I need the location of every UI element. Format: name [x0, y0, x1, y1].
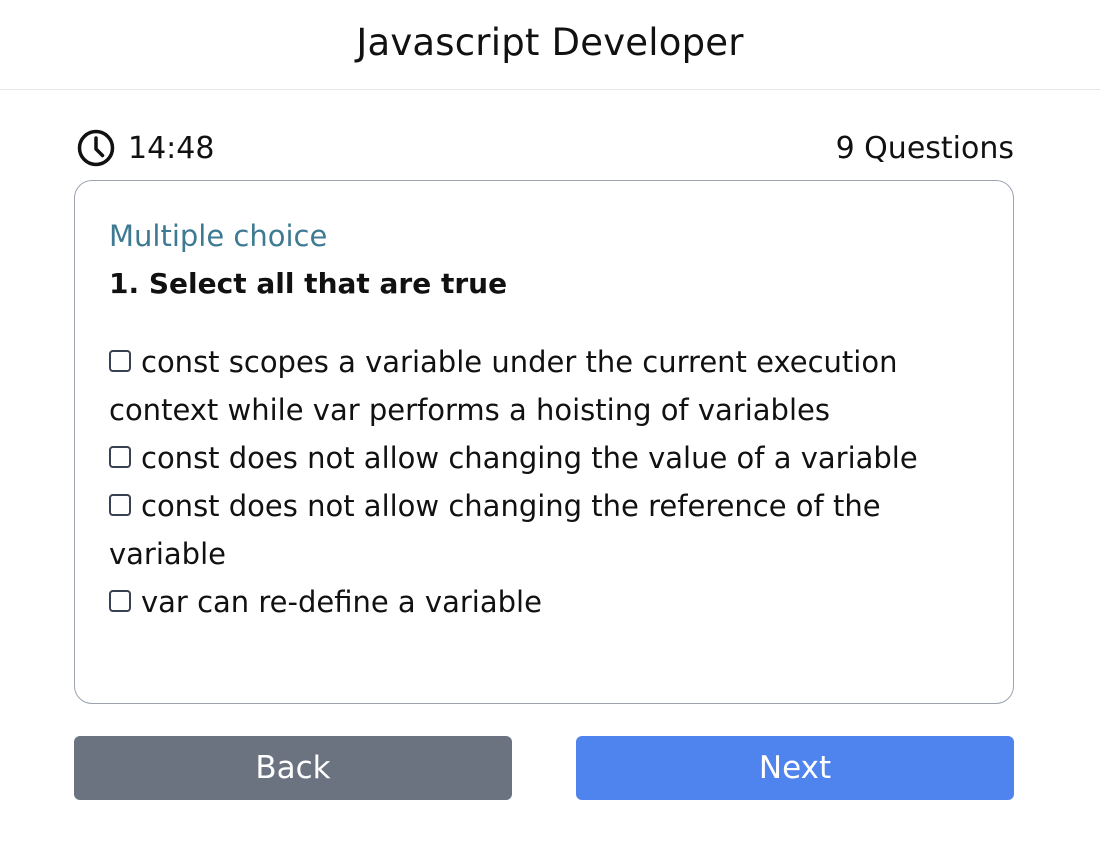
answer-checkbox[interactable]	[109, 446, 131, 468]
answer-option-label: var can re-define a variable	[141, 585, 542, 619]
answer-option[interactable]: const does not allow changing the value …	[109, 434, 979, 482]
clock-icon	[76, 128, 116, 168]
answer-option[interactable]: var can re-define a variable	[109, 578, 979, 626]
answer-option-label: const does not allow changing the refere…	[109, 489, 881, 571]
answer-option[interactable]: const scopes a variable under the curren…	[109, 338, 979, 434]
page-title: Javascript Developer	[356, 21, 744, 64]
question-type: Multiple choice	[109, 219, 328, 253]
answer-checkbox[interactable]	[109, 494, 131, 516]
page-header: Javascript Developer	[0, 0, 1100, 90]
answer-checkbox[interactable]	[109, 350, 131, 372]
answer-options: const scopes a variable under the curren…	[109, 338, 979, 626]
question-card: Multiple choice 1. Select all that are t…	[74, 180, 1014, 704]
answer-option-label: const does not allow changing the value …	[141, 441, 918, 475]
next-button[interactable]: Next	[576, 736, 1014, 800]
answer-option-label: const scopes a variable under the curren…	[109, 345, 898, 427]
timer-value: 14:48	[128, 130, 215, 166]
answer-checkbox[interactable]	[109, 590, 131, 612]
back-button[interactable]: Back	[74, 736, 512, 800]
quiz-meta-row: 14:48 9 Questions	[76, 126, 1014, 170]
question-text: 1. Select all that are true	[109, 267, 508, 300]
question-count: 9 Questions	[835, 130, 1014, 166]
answer-option[interactable]: const does not allow changing the refere…	[109, 482, 979, 578]
timer: 14:48	[76, 128, 214, 168]
